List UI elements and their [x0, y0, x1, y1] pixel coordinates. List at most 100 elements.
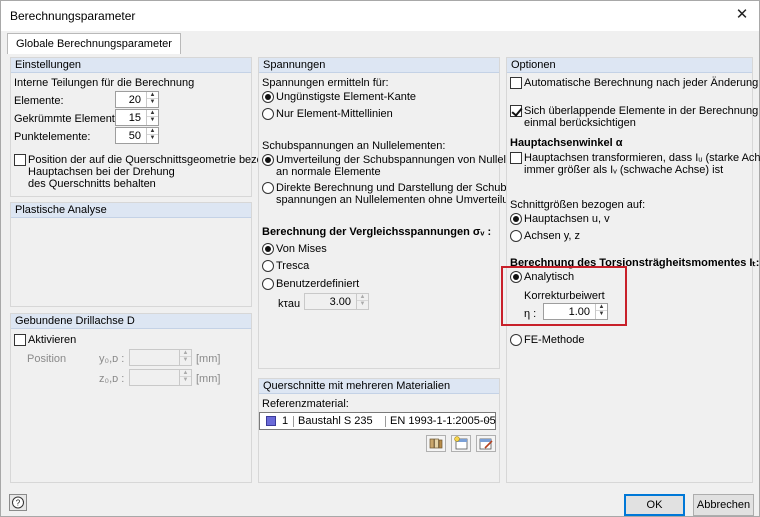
- punkt-label: Punktelemente:: [14, 131, 91, 143]
- tab-strip: Globale Berechnungsparameter: [6, 31, 754, 54]
- elemente-value: 20: [128, 94, 141, 106]
- z0d-unit: [mm]: [196, 373, 221, 385]
- radio-hauptachsen-uv[interactable]: [510, 213, 522, 225]
- elemente-spinner[interactable]: 20 ▲ ▼: [115, 91, 159, 108]
- radio-tresca[interactable]: [262, 260, 274, 272]
- schub-label: Schubspannungen an Nullelementen:: [262, 140, 446, 152]
- elemente-label: Elemente:: [14, 95, 64, 107]
- group-header: Querschnitte mit mehreren Materialien: [259, 379, 499, 394]
- material-norm: EN 1993-1-1:2005-05: [390, 415, 496, 427]
- group-plastische-analyse: Plastische Analyse: [10, 202, 252, 307]
- gekruemmte-value: 15: [128, 112, 141, 124]
- spin-up-icon[interactable]: ▲: [147, 110, 158, 117]
- fe-methode-label: FE-Methode: [524, 334, 585, 346]
- radio-benutzerdefiniert[interactable]: [262, 278, 274, 290]
- intro-label: Interne Teilungen für die Berechnung: [14, 77, 195, 89]
- group-materialien: Querschnitte mit mehreren Materialien: [258, 378, 500, 483]
- abbrechen-button[interactable]: Abbrechen: [693, 494, 754, 516]
- group-header: Einstellungen: [11, 58, 251, 73]
- benutzer-label: Benutzerdefiniert: [276, 278, 360, 290]
- dialog-window: Berechnungsparameter ✕ Globale Berechnun…: [0, 0, 760, 517]
- help-button[interactable]: ?: [9, 494, 27, 511]
- ermitteln-label: Spannungen ermitteln für:: [262, 77, 389, 89]
- spin-down-icon: ▼: [359, 301, 366, 307]
- hauptachsen-uv-label: Hauptachsen u, v: [524, 213, 610, 225]
- auto-berechnung-label: Automatische Berechnung nach jeder Änder…: [524, 77, 759, 89]
- radio-von-mises[interactable]: [262, 243, 274, 255]
- mises-label: Von Mises: [276, 243, 327, 255]
- position-label-1: Position der auf die Querschnittsgeometr…: [28, 154, 294, 166]
- radio-element-mittellinien[interactable]: [262, 108, 274, 120]
- vergleich-label: Berechnung der Vergleichsspannungen σᵥ :: [262, 226, 492, 238]
- radio-direkte-berechnung[interactable]: [262, 182, 274, 194]
- radio-umverteilung[interactable]: [262, 154, 274, 166]
- spinner-buttons: ▲ ▼: [146, 92, 158, 107]
- radio-fe-methode[interactable]: [510, 334, 522, 346]
- title-bar: Berechnungsparameter ✕: [1, 1, 759, 31]
- radio-achsen-yz[interactable]: [510, 230, 522, 242]
- overlap-checkbox[interactable]: [510, 105, 522, 117]
- dropdown-separator: [385, 416, 386, 427]
- spin-up-icon: ▲: [180, 350, 191, 357]
- spinner-buttons: ▲ ▼: [356, 294, 368, 309]
- z0d-label: z₀,ᴅ :: [99, 373, 125, 385]
- group-header: Plastische Analyse: [11, 203, 251, 218]
- auto-berechnung-checkbox[interactable]: [510, 77, 522, 89]
- mittellinien-label: Nur Element-Mittellinien: [276, 108, 393, 120]
- overlap-label-1: Sich überlappende Elemente in der Berech…: [524, 105, 760, 117]
- spin-down-icon[interactable]: ▼: [147, 99, 158, 106]
- spin-up-icon[interactable]: ▲: [147, 128, 158, 135]
- position-label-3: des Querschnitts behalten: [28, 178, 156, 190]
- spinner-buttons: ▲ ▼: [146, 128, 158, 143]
- ungunstigste-label: Ungünstigste Element-Kante: [276, 91, 417, 103]
- referenzmaterial-dropdown[interactable]: 1 Baustahl S 235 EN 1993-1-1:2005-05 ⌵: [259, 412, 496, 430]
- position-checkbox[interactable]: [14, 154, 26, 166]
- material-number: 1: [282, 415, 289, 427]
- analytisch-highlight-box: [501, 266, 627, 326]
- close-button[interactable]: ✕: [729, 3, 755, 27]
- spinner-buttons: ▲ ▼: [179, 350, 191, 365]
- gekruemmte-spinner[interactable]: 15 ▲ ▼: [115, 109, 159, 126]
- spin-down-icon: ▼: [182, 357, 189, 363]
- y0d-spinner[interactable]: ▲ ▼: [129, 349, 192, 366]
- spin-down-icon[interactable]: ▼: [147, 135, 158, 142]
- schnitt-label: Schnittgrößen bezogen auf:: [510, 199, 646, 211]
- window-title: Berechnungsparameter: [10, 9, 136, 23]
- y0d-label: y₀,ᴅ :: [99, 353, 125, 365]
- transform-checkbox[interactable]: [510, 152, 522, 164]
- dropdown-separator: [293, 416, 294, 427]
- z0d-spinner[interactable]: ▲ ▼: [129, 369, 192, 386]
- material-name: Baustahl S 235: [298, 415, 373, 427]
- group-header: Gebundene Drillachse D: [11, 314, 251, 329]
- spin-up-icon[interactable]: ▲: [147, 92, 158, 99]
- help-icon: ?: [16, 499, 21, 508]
- punkt-spinner[interactable]: 50 ▲ ▼: [115, 127, 159, 144]
- achsen-yz-label: Achsen y, z: [524, 230, 581, 242]
- chevron-down-icon[interactable]: ⌵: [483, 414, 491, 425]
- spin-up-icon: ▲: [357, 294, 368, 301]
- punkt-value: 50: [128, 130, 141, 142]
- library-icon[interactable]: [426, 435, 446, 452]
- position-label-2: Hauptachsen bei der Drehung: [28, 166, 175, 178]
- transform-label-1: Hauptachsen transformieren, dass Iᵤ (sta…: [524, 152, 760, 164]
- material-color-swatch: [266, 416, 276, 426]
- tab-globale-berechnungsparameter[interactable]: Globale Berechnungsparameter: [7, 33, 181, 54]
- spin-down-icon[interactable]: ▼: [147, 117, 158, 124]
- ktau-label: kτau: [278, 298, 301, 310]
- group-spannungen: Spannungen: [258, 57, 500, 369]
- gekruemmte-label: Gekrümmte Elemente:: [14, 113, 125, 125]
- hauptachsen-heading: Hauptachsenwinkel α: [510, 137, 623, 149]
- spinner-buttons: ▲ ▼: [146, 110, 158, 125]
- ktau-spinner[interactable]: 3.00 ▲ ▼: [304, 293, 369, 310]
- radio-ungunstigste-kante[interactable]: [262, 91, 274, 103]
- tresca-label: Tresca: [276, 260, 310, 272]
- aktivieren-checkbox[interactable]: [14, 334, 26, 346]
- position-label: Position: [27, 353, 67, 365]
- ok-button[interactable]: OK: [624, 494, 685, 516]
- new-material-icon[interactable]: [451, 435, 471, 452]
- group-header: Spannungen: [259, 58, 499, 73]
- edit-material-icon[interactable]: [476, 435, 496, 452]
- aktivieren-label: Aktivieren: [28, 334, 77, 346]
- spin-up-icon: ▲: [180, 370, 191, 377]
- direkt-label-1: Direkte Berechnung und Darstellung der S…: [276, 182, 511, 194]
